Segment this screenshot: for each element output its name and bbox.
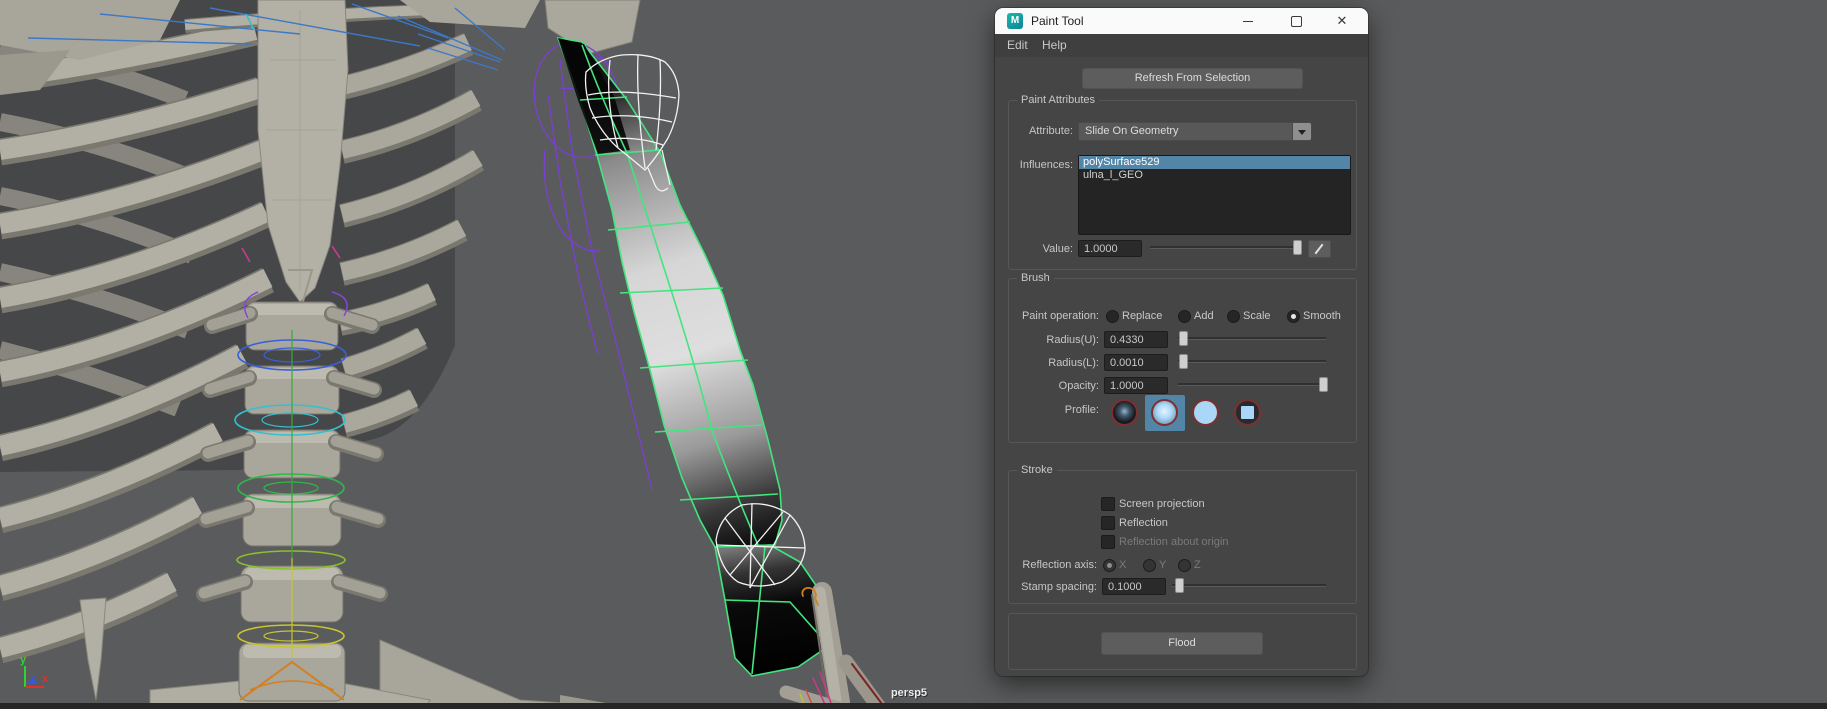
opacity-slider-thumb[interactable]: [1319, 377, 1328, 392]
radius-u-field[interactable]: [1104, 331, 1168, 348]
radio-axis-x-label: X: [1119, 559, 1126, 571]
profile-gaussian-button[interactable]: [1110, 398, 1140, 428]
attribute-label: Attribute:: [1009, 125, 1073, 137]
screen-projection-label[interactable]: Screen projection: [1119, 498, 1205, 510]
brush-label: Brush: [1017, 272, 1054, 284]
radius-l-label: Radius(L):: [1009, 357, 1099, 369]
radius-u-label: Radius(U):: [1009, 334, 1099, 346]
radio-axis-x: [1103, 559, 1116, 572]
opacity-label: Opacity:: [1009, 380, 1099, 392]
attribute-dropdown-value: Slide On Geometry: [1085, 125, 1179, 137]
radio-scale[interactable]: [1227, 310, 1240, 323]
paint-attributes-label: Paint Attributes: [1017, 94, 1099, 106]
viewport-bottom-edge: [0, 703, 1827, 709]
soft-brush-icon: [1151, 399, 1178, 426]
square-brush-icon: [1234, 399, 1261, 426]
value-label: Value:: [1009, 243, 1073, 255]
radio-add-label[interactable]: Add: [1194, 310, 1214, 322]
close-icon: ✕: [1337, 13, 1348, 28]
radio-smooth[interactable]: [1287, 310, 1300, 323]
radio-smooth-label[interactable]: Smooth: [1303, 310, 1341, 322]
gaussian-brush-icon: [1111, 399, 1138, 426]
opacity-slider[interactable]: [1178, 377, 1326, 391]
menu-edit[interactable]: Edit: [1007, 38, 1028, 52]
profile-solid-button[interactable]: [1191, 398, 1221, 428]
profile-label: Profile:: [1009, 404, 1099, 416]
maximize-button[interactable]: [1281, 8, 1311, 34]
radius-u-slider[interactable]: [1178, 331, 1326, 345]
radius-l-slider-thumb[interactable]: [1179, 354, 1188, 369]
axis-x-label: x: [42, 673, 49, 685]
reflection-label[interactable]: Reflection: [1119, 517, 1168, 529]
radius-l-field[interactable]: [1104, 354, 1168, 371]
menu-help[interactable]: Help: [1042, 38, 1067, 52]
influences-label: Influences:: [1009, 159, 1073, 171]
minimize-icon: [1243, 21, 1253, 22]
stamp-spacing-label: Stamp spacing:: [1009, 581, 1097, 593]
list-item[interactable]: polySurface529: [1079, 156, 1350, 169]
stamp-spacing-field[interactable]: [1102, 578, 1166, 595]
axis-y-label: y: [20, 654, 27, 666]
window-title: Paint Tool: [1031, 14, 1083, 28]
radio-axis-z-label: Z: [1194, 559, 1201, 571]
stroke-label: Stroke: [1017, 464, 1057, 476]
maya-screen: y z x persp5 persp5 M Paint Tool ✕ Edit …: [0, 0, 1827, 709]
paint-attributes-group: Paint Attributes Attribute: Slide On Geo…: [1008, 100, 1357, 270]
value-picker-button[interactable]: [1308, 240, 1331, 258]
attribute-dropdown[interactable]: Slide On Geometry: [1078, 122, 1312, 141]
stamp-spacing-slider[interactable]: [1172, 578, 1326, 592]
list-item[interactable]: ulna_l_GEO: [1079, 169, 1350, 182]
stroke-group: Stroke Screen projection Reflection Refl…: [1008, 470, 1357, 604]
flood-group: Flood: [1008, 613, 1357, 670]
reflection-about-origin-label: Reflection about origin: [1119, 536, 1228, 548]
screen-projection-checkbox[interactable]: [1101, 497, 1115, 511]
radius-l-slider[interactable]: [1178, 354, 1326, 368]
radio-replace[interactable]: [1106, 310, 1119, 323]
reflection-about-origin-checkbox: [1101, 535, 1115, 549]
minimize-button[interactable]: [1233, 8, 1263, 34]
paint-tool-window: M Paint Tool ✕ Edit Help Refresh From Se…: [995, 8, 1368, 676]
radio-scale-label[interactable]: Scale: [1243, 310, 1271, 322]
axis-z-label: z: [30, 672, 36, 684]
solid-brush-icon: [1192, 399, 1219, 426]
brush-group: Brush Paint operation: Replace Add Scale…: [1008, 278, 1357, 443]
flood-button[interactable]: Flood: [1101, 632, 1263, 655]
radio-axis-y-label: Y: [1159, 559, 1166, 571]
reflection-checkbox[interactable]: [1101, 516, 1115, 530]
maximize-icon: [1291, 16, 1302, 27]
radio-replace-label[interactable]: Replace: [1122, 310, 1162, 322]
maya-icon: M: [1007, 13, 1023, 29]
value-slider[interactable]: [1150, 240, 1302, 254]
profile-square-button[interactable]: [1233, 398, 1263, 428]
chevron-down-icon[interactable]: [1292, 123, 1311, 140]
reflection-axis-label: Reflection axis:: [1009, 559, 1097, 571]
influences-list[interactable]: polySurface529 ulna_l_GEO: [1078, 155, 1351, 235]
profile-soft-button[interactable]: [1145, 395, 1185, 431]
menu-bar: Edit Help: [995, 34, 1368, 57]
paint-operation-label: Paint operation:: [1009, 310, 1099, 322]
radius-u-slider-thumb[interactable]: [1179, 331, 1188, 346]
title-bar[interactable]: M Paint Tool ✕: [995, 8, 1368, 34]
close-button[interactable]: ✕: [1327, 8, 1357, 34]
camera-label: persp5: [891, 687, 927, 699]
slider-pencil-icon: [1315, 244, 1324, 255]
opacity-field[interactable]: [1104, 377, 1168, 394]
radio-axis-z: [1178, 559, 1191, 572]
radio-add[interactable]: [1178, 310, 1191, 323]
value-field[interactable]: [1078, 240, 1142, 257]
stamp-spacing-slider-thumb[interactable]: [1175, 578, 1184, 593]
refresh-from-selection-button[interactable]: Refresh From Selection: [1082, 68, 1303, 89]
value-slider-thumb[interactable]: [1293, 240, 1302, 255]
radio-axis-y: [1143, 559, 1156, 572]
viewport-3d[interactable]: y z x persp5 persp5: [0, 0, 1827, 709]
